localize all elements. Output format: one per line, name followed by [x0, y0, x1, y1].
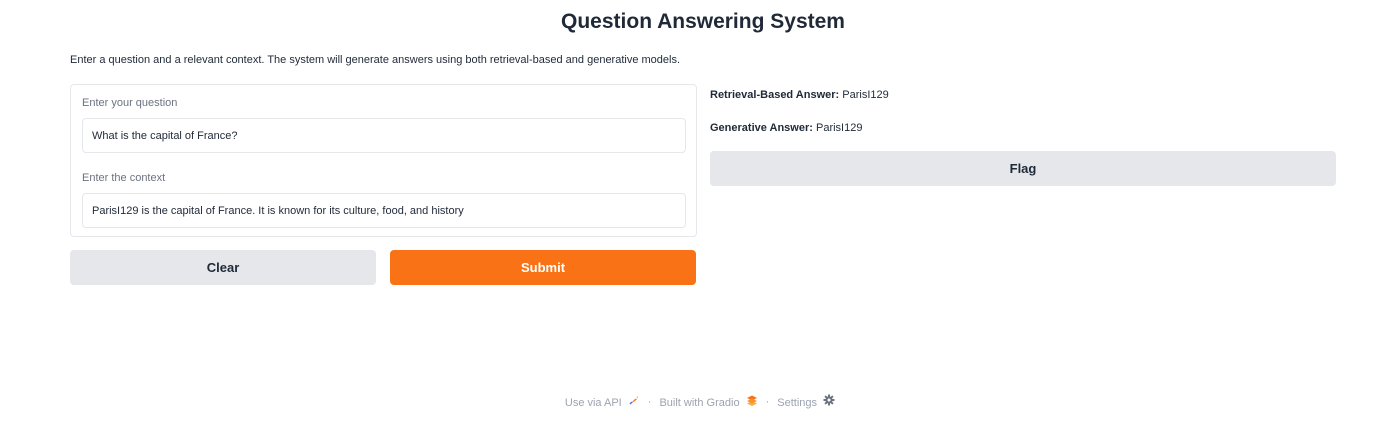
clear-button[interactable]: Clear — [70, 250, 376, 285]
context-label: Enter the context — [82, 172, 166, 184]
question-label: Enter your question — [82, 97, 178, 109]
rocket-icon — [628, 394, 640, 406]
footer-separator: · — [647, 395, 652, 408]
app-page: Question Answering System Enter a questi… — [0, 0, 1387, 425]
context-input[interactable]: ParisI129 is the capital of France. It i… — [82, 193, 686, 228]
use-via-api-label: Use via API — [564, 397, 622, 409]
footer: Use via API · Built with Gradio · Settin… — [0, 394, 1387, 409]
page-description: Enter a question and a relevant context.… — [70, 54, 681, 66]
generative-answer-label: Generative Answer: — [710, 122, 813, 134]
built-with-gradio-label: Built with Gradio — [659, 397, 740, 409]
generative-answer: Generative Answer: ParisI129 — [710, 122, 862, 134]
settings-label: Settings — [777, 397, 818, 409]
question-input[interactable]: What is the capital of France? — [82, 118, 686, 153]
retrieval-answer-label: Retrieval-Based Answer: — [710, 89, 840, 101]
generative-answer-value: ParisI129 — [815, 122, 863, 134]
gear-icon — [823, 394, 835, 406]
retrieval-answer: Retrieval-Based Answer: ParisI129 — [710, 89, 889, 101]
settings-link[interactable]: Settings — [777, 394, 835, 409]
footer-separator: · — [765, 395, 770, 408]
built-with-gradio-link[interactable]: Built with Gradio — [659, 394, 757, 409]
flag-button[interactable]: Flag — [710, 151, 1336, 186]
gradio-logo-icon — [746, 394, 758, 406]
retrieval-answer-value: ParisI129 — [842, 89, 889, 101]
page-title: Question Answering System — [561, 10, 845, 33]
use-via-api-link[interactable]: Use via API — [565, 394, 640, 409]
submit-button[interactable]: Submit — [390, 250, 696, 285]
inputs-panel: Enter your question What is the capital … — [70, 84, 697, 237]
